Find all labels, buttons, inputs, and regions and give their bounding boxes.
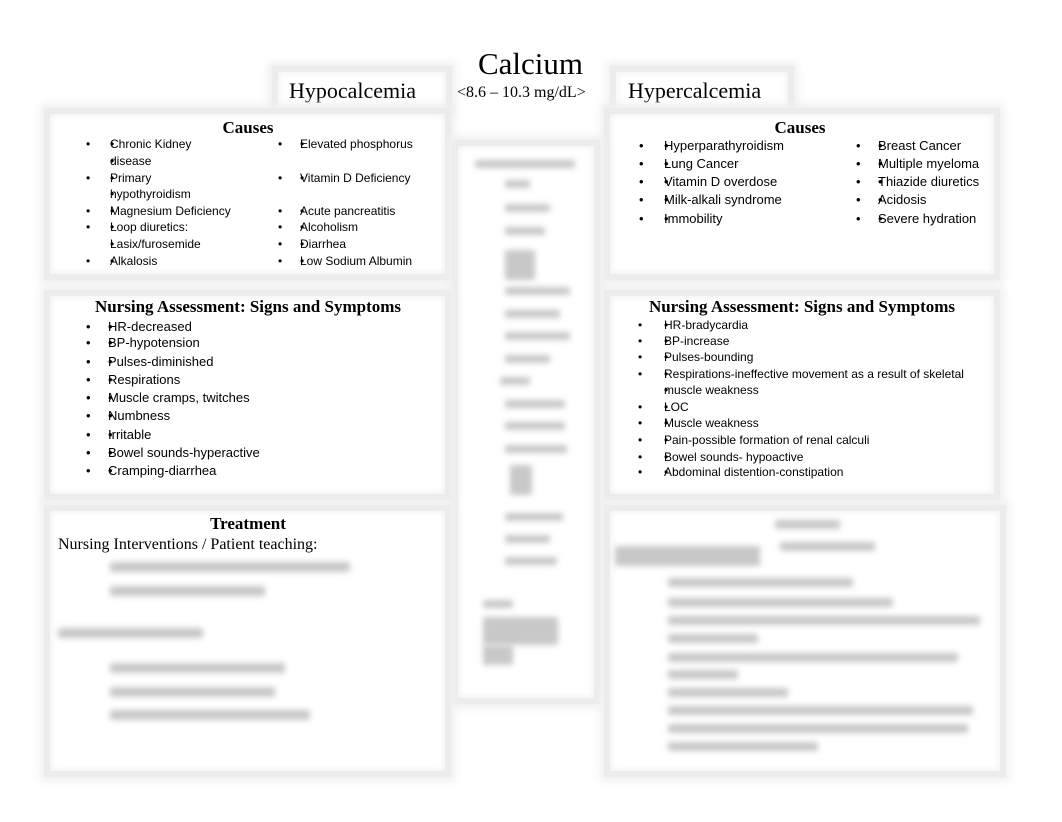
list-item: •Chronic Kidney	[86, 137, 191, 151]
normal-range: <8.6 – 10.3 mg/dL>	[457, 84, 586, 101]
page-title: Calcium	[478, 46, 584, 81]
list-item: •HR-bradycardia	[638, 318, 748, 332]
list-item: •Pulses-bounding	[638, 350, 753, 364]
list-item: •Acute pancreatitis	[278, 204, 395, 218]
list-item: •Irritable	[86, 427, 151, 442]
list-item: •Immobility	[639, 211, 723, 226]
hypo-causes-title: Causes	[222, 118, 274, 137]
list-item: •Vitamin D Deficiency	[278, 171, 410, 185]
list-item: •Hyperparathyroidism	[639, 138, 784, 153]
list-item: •Numbness	[86, 408, 170, 423]
list-item: •Respirations-ineffective movement as a …	[638, 367, 964, 381]
list-item: •Respirations	[86, 372, 180, 387]
list-item: •Acidosis	[856, 192, 926, 207]
list-item: •Low Sodium Albumin	[278, 254, 412, 268]
hypo-assessment-title: Nursing Assessment: Signs and Symptoms	[94, 297, 402, 316]
hypocalcemia-heading: Hypocalcemia	[289, 78, 417, 103]
list-item-cont: disease	[110, 154, 151, 168]
list-item: •Lung Cancer	[639, 156, 738, 171]
list-item: •Alcoholism	[278, 220, 358, 234]
list-item-cont: Lasix/furosemide	[110, 237, 201, 251]
list-item: •Milk-alkali syndrome	[639, 192, 782, 207]
list-item: •Vitamin D overdose	[639, 174, 777, 189]
list-item: •BP-increase	[638, 334, 729, 348]
list-item: •Pulses-diminished	[86, 354, 214, 369]
list-item: •Magnesium Deficiency	[86, 204, 231, 218]
hypo-treatment-subtitle: Nursing Interventions / Patient teaching…	[58, 536, 318, 553]
hyper-assessment-title: Nursing Assessment: Signs and Symptoms	[648, 297, 956, 316]
list-item: •Severe hydration	[856, 211, 976, 226]
list-item: •Pain-possible formation of renal calcul…	[638, 433, 869, 447]
list-item: •Alkalosis	[86, 254, 157, 268]
list-item: •Multiple myeloma	[856, 156, 979, 171]
list-item: •LOC	[638, 400, 689, 414]
list-item: •Loop diuretics:	[86, 220, 188, 234]
list-item: •Primary	[86, 171, 151, 185]
list-item: •Abdominal distention-constipation	[638, 465, 843, 479]
list-item: •Bowel sounds-hyperactive	[86, 445, 260, 460]
list-item: •Muscle cramps, twitches	[86, 390, 250, 405]
list-item: •Thiazide diuretics	[856, 174, 979, 189]
list-item: •Cramping-diarrhea	[86, 463, 216, 478]
list-item: •BP-hypotension	[86, 335, 200, 350]
hypo-treatment-title: Treatment	[210, 514, 286, 533]
list-item-cont: muscle weakness	[664, 383, 759, 397]
list-item: •Breast Cancer	[856, 138, 961, 153]
list-item: •HR-decreased	[86, 319, 192, 334]
list-item-cont: hypothyroidism	[110, 187, 191, 201]
hypercalcemia-heading: Hypercalcemia	[628, 78, 762, 103]
list-item: •Diarrhea	[278, 237, 346, 251]
list-item: •Elevated phosphorus	[278, 137, 413, 151]
list-item: •Muscle weakness	[638, 416, 759, 430]
list-item: •Bowel sounds- hypoactive	[638, 450, 803, 464]
hyper-causes-title: Causes	[774, 118, 826, 137]
